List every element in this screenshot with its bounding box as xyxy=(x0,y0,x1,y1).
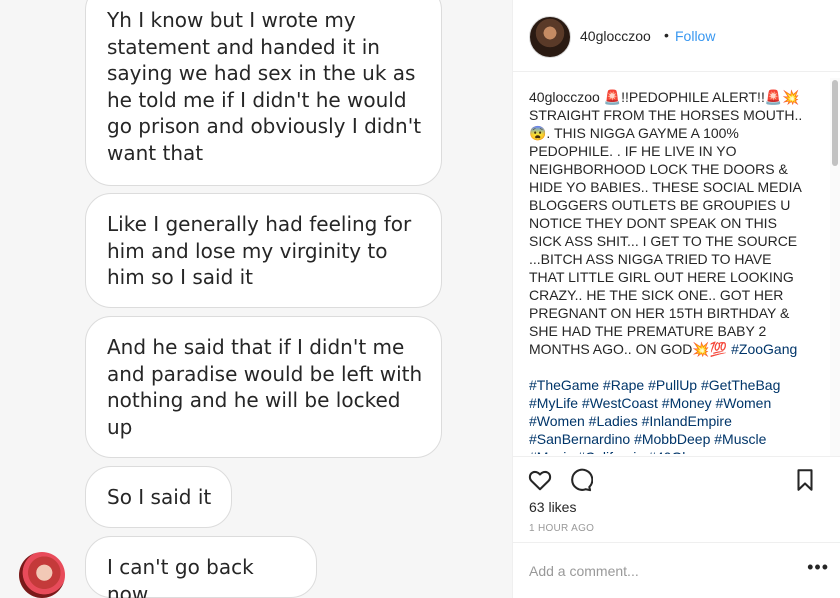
bookmark-icon[interactable] xyxy=(792,467,818,493)
action-bar xyxy=(513,456,840,500)
message-bubble: I can't go back now xyxy=(85,536,317,598)
avatar[interactable] xyxy=(529,16,571,58)
comment-bar: Add a comment... ••• xyxy=(513,542,840,598)
post-panel: 40glocczoo • Follow 40glocczoo 🚨!!PEDOPH… xyxy=(512,0,840,598)
message-bubble: Like I generally had feeling for him and… xyxy=(85,193,442,308)
more-options-icon[interactable]: ••• xyxy=(807,557,829,578)
caption-username[interactable]: 40glocczoo xyxy=(529,89,600,105)
post-caption: 40glocczoo 🚨!!PEDOPHILE ALERT!!🚨💥 STRAIG… xyxy=(529,88,809,454)
scrollbar-thumb[interactable] xyxy=(832,80,838,166)
hashtag-list[interactable]: #TheGame #Rape #PullUp #GetTheBag #MyLif… xyxy=(529,376,809,454)
sender-avatar xyxy=(19,552,65,598)
message-bubble: And he said that if I didn't me and para… xyxy=(85,316,442,458)
separator-dot: • xyxy=(664,27,669,43)
likes-count[interactable]: 63 likes xyxy=(529,499,576,515)
caption-text: 🚨!!PEDOPHILE ALERT!!🚨💥 STRAIGHT FROM THE… xyxy=(529,89,803,357)
message-bubble: Yh I know but I wrote my statement and h… xyxy=(85,0,442,186)
follow-button[interactable]: Follow xyxy=(675,28,715,44)
message-bubble: So I said it xyxy=(85,466,232,528)
comment-input[interactable]: Add a comment... xyxy=(529,563,639,579)
caption-hashtag[interactable]: #ZooGang xyxy=(731,341,797,357)
username-link[interactable]: 40glocczoo xyxy=(580,28,651,44)
comment-icon[interactable] xyxy=(567,467,594,493)
heart-icon[interactable] xyxy=(527,467,553,493)
timestamp[interactable]: 1 HOUR AGO xyxy=(529,523,594,534)
chat-screenshot: Yh I know but I wrote my statement and h… xyxy=(0,0,512,598)
post-header: 40glocczoo • Follow xyxy=(513,0,840,72)
